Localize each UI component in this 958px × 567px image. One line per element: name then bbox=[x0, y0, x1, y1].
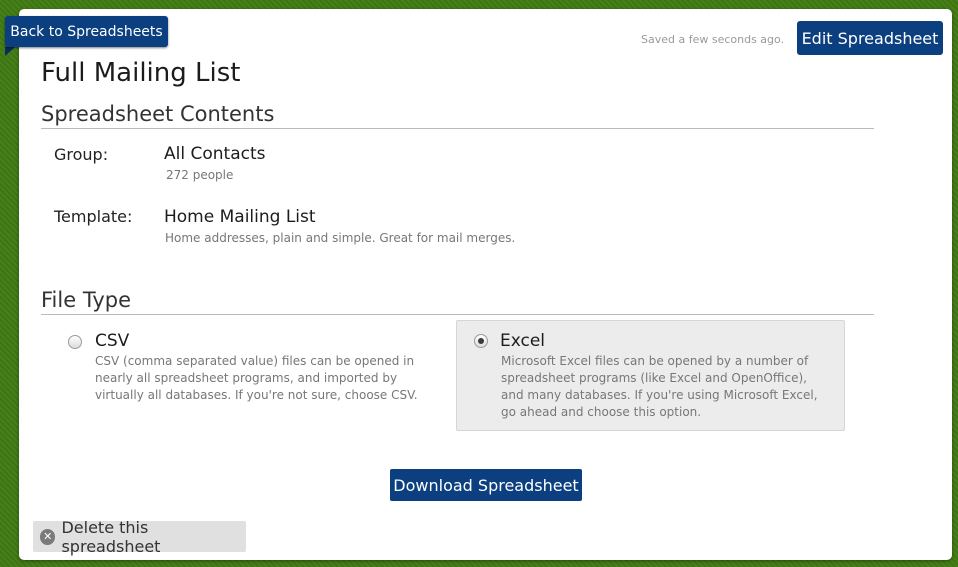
section-heading-file-type: File Type bbox=[41, 288, 874, 315]
delete-spreadsheet-label: Delete this spreadsheet bbox=[61, 517, 161, 556]
back-to-spreadsheets-button[interactable]: Back to Spreadsheets bbox=[5, 16, 168, 47]
excel-radio[interactable] bbox=[474, 334, 488, 348]
group-label: Group: bbox=[54, 145, 109, 164]
group-detail: 272 people bbox=[166, 168, 234, 182]
section-heading-contents: Spreadsheet Contents bbox=[41, 102, 874, 129]
template-label: Template: bbox=[54, 207, 133, 226]
delete-spreadsheet-button[interactable]: ✕ Delete this spreadsheet bbox=[33, 518, 246, 556]
page-title: Full Mailing List bbox=[41, 58, 241, 88]
csv-radio[interactable] bbox=[68, 335, 82, 349]
edit-spreadsheet-button[interactable]: Edit Spreadsheet bbox=[797, 21, 943, 55]
excel-option-description: Microsoft Excel files can be opened by a… bbox=[501, 354, 818, 419]
csv-option-description: CSV (comma separated value) files can be… bbox=[95, 354, 418, 402]
back-button-ribbon-tail bbox=[5, 47, 15, 56]
saved-status: Saved a few seconds ago. bbox=[641, 33, 785, 46]
excel-option-title[interactable]: Excel bbox=[500, 331, 545, 351]
template-detail: Home addresses, plain and simple. Great … bbox=[165, 231, 516, 245]
close-circle-icon: ✕ bbox=[40, 528, 56, 545]
csv-option-title[interactable]: CSV bbox=[95, 331, 129, 351]
download-spreadsheet-button[interactable]: Download Spreadsheet bbox=[390, 469, 582, 501]
template-value: Home Mailing List bbox=[164, 207, 316, 227]
group-value: All Contacts bbox=[164, 144, 266, 164]
